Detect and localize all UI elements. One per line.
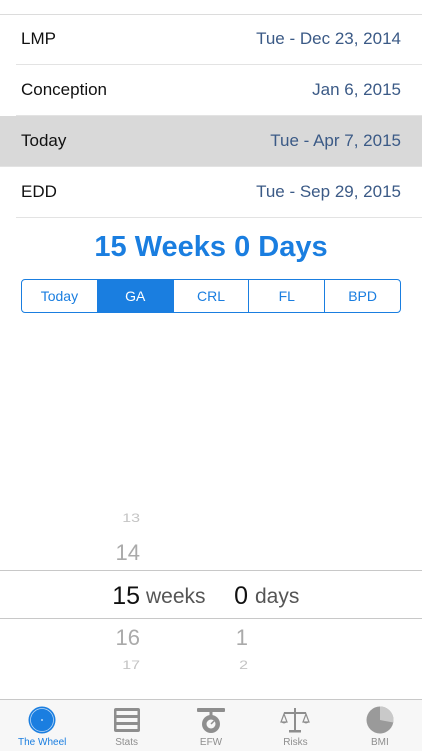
tab-label: Risks (283, 737, 308, 748)
row-value: Jan 6, 2015 (312, 80, 401, 99)
previous-row-edge (0, 0, 422, 15)
balance-icon (280, 708, 311, 733)
weeks-unit-label: weeks (146, 585, 206, 608)
row-value: Tue - Dec 23, 2014 (256, 29, 401, 48)
weeks-option[interactable]: 13 (122, 512, 140, 526)
segment-ga[interactable]: GA (97, 280, 174, 312)
row-value: Tue - Sep 29, 2015 (256, 182, 401, 201)
age-picker[interactable]: 13 14 15 16 17 weeks 0 1 2 days (0, 500, 422, 690)
row-conception[interactable]: Conception Jan 6, 2015 (16, 65, 422, 116)
tab-label: The Wheel (18, 737, 67, 748)
picker-selection-top-line (0, 570, 422, 571)
weeks-selected-value[interactable]: 15 (112, 582, 140, 611)
weeks-option[interactable]: 16 (116, 625, 140, 651)
tab-label: BMI (370, 737, 389, 748)
tab-label: EFW (199, 737, 223, 748)
weeks-option[interactable]: 14 (116, 540, 140, 566)
scale-icon (197, 708, 226, 733)
gestational-age-headline: 15 Weeks 0 Days (94, 231, 328, 263)
tab-bar: The Wheel Stats EFW Risks BMI (0, 699, 422, 751)
days-option[interactable]: 1 (236, 625, 248, 651)
segment-fl[interactable]: FL (249, 280, 326, 312)
picker-selection-bottom-line (0, 618, 422, 619)
row-edd[interactable]: EDD Tue - Sep 29, 2015 (16, 167, 422, 218)
row-label: EDD (21, 182, 57, 201)
tab-risks[interactable]: Risks (253, 700, 337, 751)
days-option[interactable]: 2 (239, 659, 248, 673)
date-list: LMP Tue - Dec 23, 2014 Conception Jan 6,… (0, 14, 422, 218)
tab-stats[interactable]: Stats (84, 700, 168, 751)
tab-bmi[interactable]: BMI (338, 700, 422, 751)
row-lmp[interactable]: LMP Tue - Dec 23, 2014 (16, 14, 422, 65)
tab-the-wheel[interactable]: The Wheel (0, 700, 84, 751)
row-today[interactable]: Today Tue - Apr 7, 2015 (0, 116, 422, 167)
mode-segmented-control: Today GA CRL FL BPD (21, 279, 401, 313)
row-value: Tue - Apr 7, 2015 (270, 131, 401, 150)
row-label: Conception (21, 80, 108, 99)
row-label: LMP (21, 29, 56, 48)
weeks-option[interactable]: 17 (122, 659, 140, 673)
segment-crl[interactable]: CRL (174, 280, 250, 312)
tab-label: Stats (115, 737, 138, 748)
segment-today[interactable]: Today (22, 280, 98, 312)
days-unit-label: days (255, 585, 300, 608)
pie-icon (366, 706, 394, 734)
segment-bpd[interactable]: BPD (325, 280, 400, 312)
tab-efw[interactable]: EFW (169, 700, 253, 751)
row-label: Today (21, 131, 67, 150)
days-selected-value[interactable]: 0 (234, 582, 248, 611)
stats-icon (113, 708, 140, 732)
wheel-icon (28, 706, 56, 734)
